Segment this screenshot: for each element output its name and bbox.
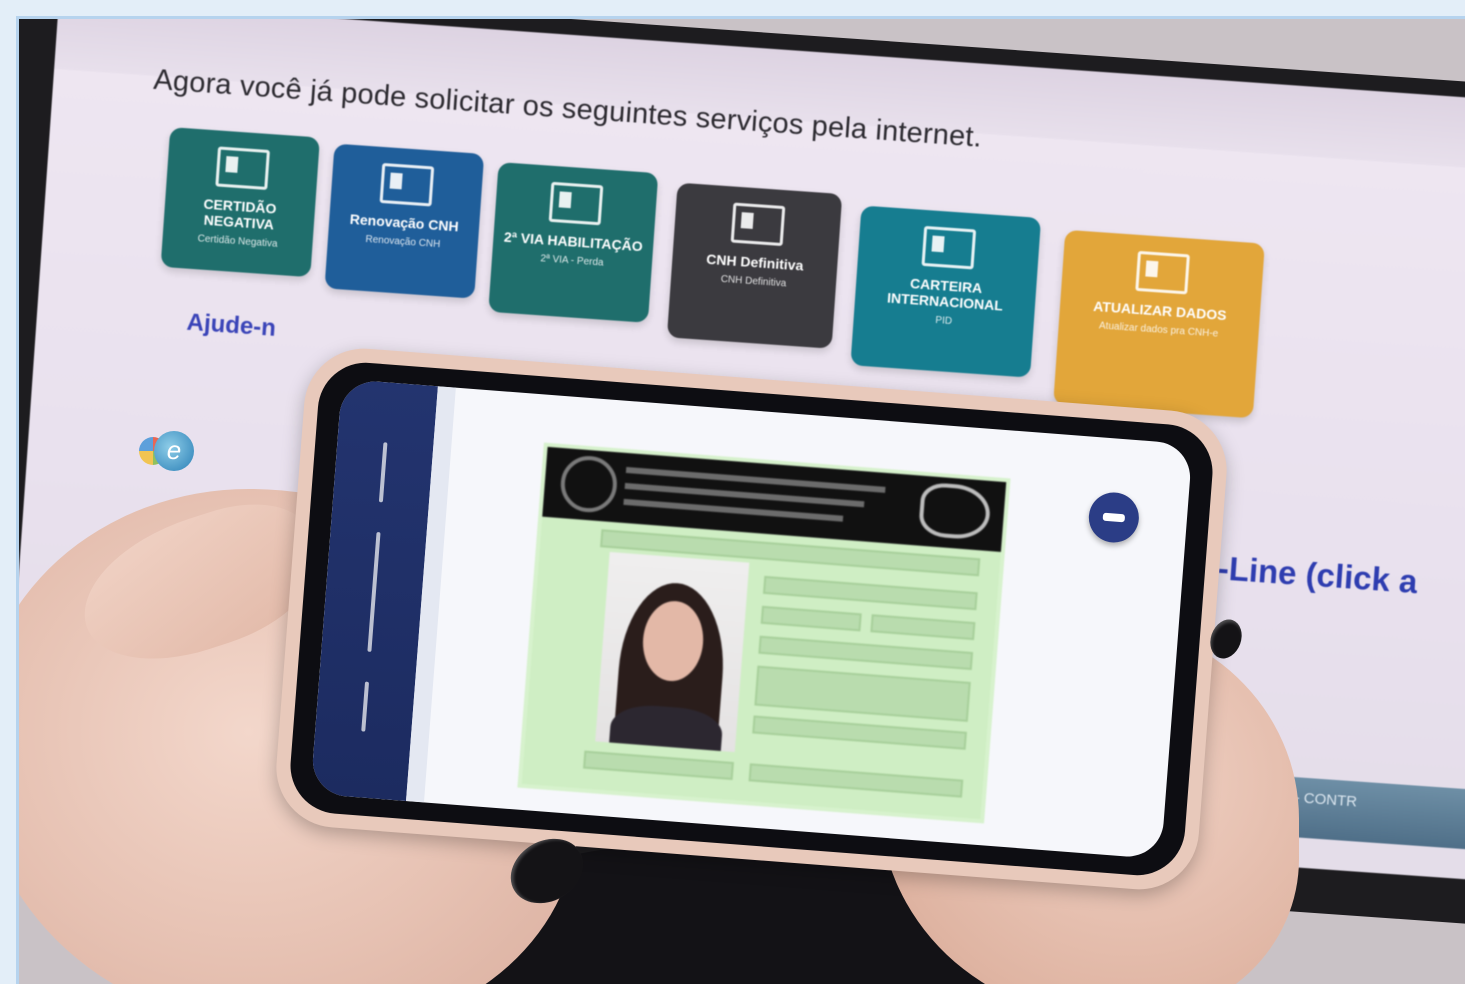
phone-body <box>286 359 1217 879</box>
license-field <box>762 575 978 611</box>
tile-segunda-via[interactable]: 2ª VIA HABILITAÇÃO 2ª VIA - Perda <box>488 162 659 323</box>
tile-atualizar-dados[interactable]: ATUALIZAR DADOS Atualizar dados pra CNH-… <box>1053 229 1265 419</box>
smartphone <box>271 344 1232 894</box>
state-map-icon <box>917 481 992 541</box>
tile-subtitle: Renovação CNH <box>365 233 441 251</box>
photo-frame: Agora você já pode solicitar os seguinte… <box>16 16 1465 984</box>
tile-title: Renovação CNH <box>349 210 460 235</box>
license-field <box>748 763 964 798</box>
license-field <box>754 665 971 722</box>
tile-renovacao-cnh[interactable]: Renovação CNH Renovação CNH <box>324 143 485 299</box>
help-link[interactable]: Ajude-n <box>186 309 277 343</box>
tile-certidao-negativa[interactable]: CERTIDÃO NEGATIVA Certidão Negativa <box>160 127 320 278</box>
license-field <box>758 635 974 671</box>
document-search-icon <box>215 146 270 190</box>
floating-action-button[interactable] <box>1087 490 1141 545</box>
license-field <box>752 715 967 750</box>
coat-of-arms-icon <box>558 454 619 515</box>
id-renew-icon <box>379 162 435 207</box>
tile-carteira-internacional[interactable]: CARTEIRA INTERNACIONAL PID <box>850 205 1042 378</box>
license-field <box>870 614 976 641</box>
globe-transfer-icon <box>921 225 977 270</box>
license-photo <box>595 551 750 753</box>
phone-screen <box>310 378 1193 860</box>
tile-title: CARTEIRA INTERNACIONAL <box>886 275 1004 314</box>
card-transfer-icon <box>548 181 604 226</box>
license-field <box>583 750 734 781</box>
id-thumbsup-icon <box>730 202 785 247</box>
tile-cnh-definitiva[interactable]: CNH Definitiva CNH Definitiva <box>666 182 843 349</box>
tile-subtitle: Certidão Negativa <box>197 233 278 250</box>
sidebar-text-blur <box>367 531 381 652</box>
tile-title: CERTIDÃO NEGATIVA <box>202 195 278 233</box>
sidebar-text-blur <box>361 681 370 732</box>
internet-explorer-icon[interactable]: e <box>154 431 194 471</box>
sidebar-text-blur <box>378 442 388 503</box>
license-field <box>760 605 862 632</box>
driver-license-card <box>521 446 1007 820</box>
document-edit-icon <box>1135 250 1190 295</box>
